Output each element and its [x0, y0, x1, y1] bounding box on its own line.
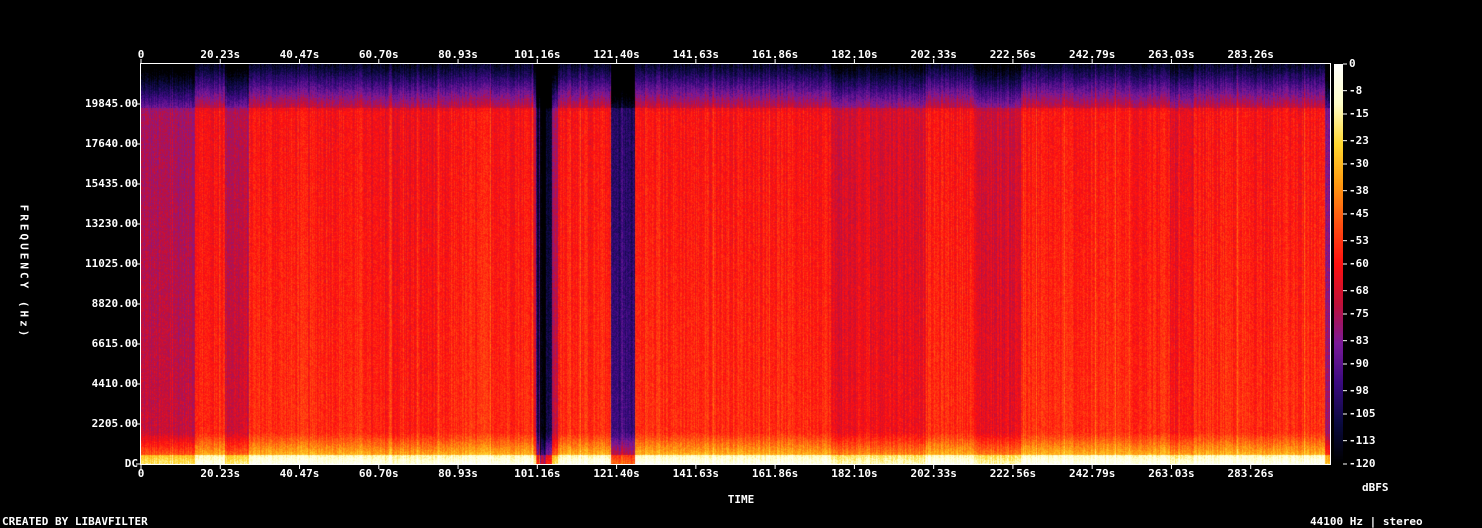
colorbar-tick-label: -75: [1349, 307, 1369, 320]
y-tick-label: 19845.00: [85, 97, 138, 110]
colorbar-tick-label: -38: [1349, 183, 1369, 197]
x-tick-label-bottom: 20.23s: [200, 467, 241, 480]
x-tick-label-top: 283.26s: [1227, 48, 1274, 61]
x-tick-label-top: 222.56s: [989, 48, 1037, 61]
x-tick-label-top: 60.70s: [358, 48, 399, 61]
colorbar-tick-label: -23: [1349, 133, 1369, 147]
y-tick-label: 17640.00: [85, 137, 138, 150]
x-tick-label-top: 182.10s: [831, 48, 878, 61]
x-tick-label-bottom: 101.16s: [514, 467, 561, 480]
colorbar-tick-label: -60: [1349, 257, 1369, 270]
x-tick-label-bottom: 60.70s: [358, 467, 399, 480]
colorbar-tick-label: -8: [1349, 83, 1363, 97]
spectrogram-chart: 0 0 20.23s 20.23s 40.47s 40.47s 60.70s 60.70s 80…: [0, 0, 1482, 528]
y-tick-label: DC: [124, 457, 138, 470]
y-tick-label: 13230.00: [85, 217, 138, 230]
x-tick-label-top: 161.86s: [751, 48, 799, 61]
y-tick-label: 4410.00: [91, 377, 138, 390]
x-tick-label-top: 141.63s: [672, 48, 720, 61]
colorbar-label: dBFS: [1362, 481, 1389, 494]
x-tick-label-bottom: 263.03s: [1148, 467, 1195, 480]
colorbar-tick-label: -53: [1349, 233, 1369, 247]
colorbar-tick-label: -15: [1349, 107, 1369, 120]
x-tick-label-bottom: 0: [137, 467, 145, 480]
x-tick-label-top: 0: [137, 48, 145, 61]
colorbar-tick-label: -83: [1349, 333, 1369, 347]
x-tick-label-top: 20.23s: [200, 48, 241, 61]
colorbar-tick-label: -45: [1349, 207, 1369, 220]
colorbar-tick-label: -98: [1349, 383, 1369, 397]
colorbar-tick-label: -90: [1349, 357, 1369, 370]
x-tick-label-bottom: 121.40s: [593, 467, 640, 480]
x-tick-label-top: 101.16s: [514, 48, 561, 61]
y-tick-label: 11025.00: [85, 257, 138, 270]
x-tick-label-bottom: 222.56s: [989, 467, 1037, 480]
plot-frame: [136, 59, 1347, 469]
x-tick-label-bottom: 242.79s: [1068, 467, 1116, 480]
y-tick-label: 15435.00: [85, 177, 138, 190]
y-tick-label: 6615.00: [91, 337, 138, 350]
colorbar-tick-label: -120: [1349, 457, 1376, 470]
x-tick-label-top: 121.40s: [593, 48, 640, 61]
x-tick-label-bottom: 40.47s: [279, 467, 320, 480]
y-tick-label: 2205.00: [91, 417, 138, 430]
x-tick-label-bottom: 80.93s: [438, 467, 478, 480]
x-tick-label-top: 263.03s: [1148, 48, 1195, 61]
x-tick-label-bottom: 202.33s: [910, 467, 957, 480]
x-tick-label-bottom: 161.86s: [751, 467, 799, 480]
footer-credit: CREATED BY LIBAVFILTER: [2, 515, 148, 528]
x-tick-label-bottom: 141.63s: [672, 467, 720, 480]
x-tick-label-top: 242.79s: [1068, 48, 1116, 61]
colorbar-tick-label: -68: [1349, 283, 1369, 297]
colorbar-tick-label: -105: [1349, 407, 1376, 420]
x-tick-label-bottom: 182.10s: [831, 467, 878, 480]
colorbar-tick-label: 0: [1349, 57, 1356, 70]
x-tick-label-bottom: 283.26s: [1227, 467, 1274, 480]
plot-border: [140, 63, 1331, 465]
x-tick-label-top: 40.47s: [279, 48, 320, 61]
x-axis-label: TIME: [727, 493, 755, 506]
colorbar-tick-label: -30: [1349, 157, 1369, 170]
x-tick-label-top: 80.93s: [438, 48, 478, 61]
y-tick-label: 8820.00: [91, 297, 138, 310]
x-tick-label-top: 202.33s: [910, 48, 957, 61]
colorbar-tick-label: -113: [1349, 433, 1376, 447]
footer-format: 44100 Hz | stereo: [1310, 515, 1423, 528]
y-axis-label: FREQUENCY (Hz): [17, 204, 31, 340]
